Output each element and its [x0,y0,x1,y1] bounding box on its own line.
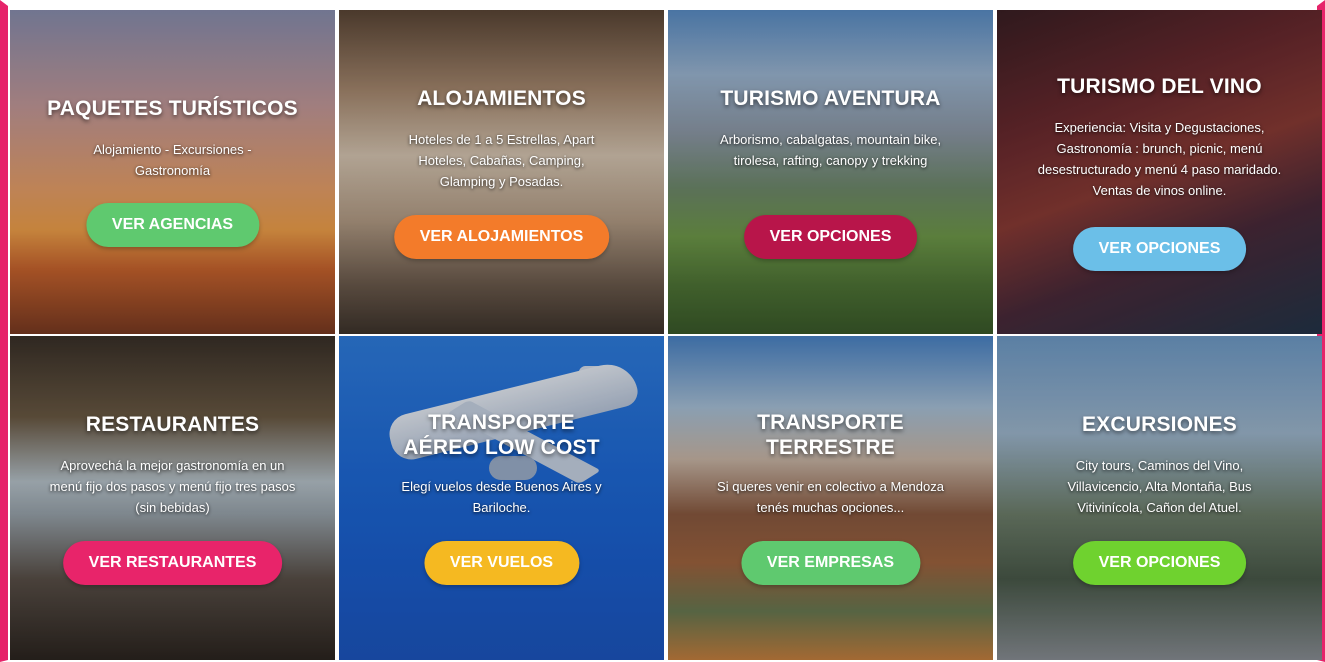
card-description: Alojamiento - Excursiones - Gastronomía [93,142,252,178]
card-title: TURISMO DEL VINO [1057,75,1262,98]
card-title: TRANSPORTE TERRESTRE [757,411,904,459]
card-title: RESTAURANTES [85,413,260,436]
card-title: TURISMO AVENTURA [720,87,941,110]
card-transporte-terrestre: TRANSPORTE TERRESTRE Si queres venir en … [668,336,993,660]
card-description: Hoteles de 1 a 5 Estrellas, Apart Hotele… [408,132,595,189]
card-description: Si queres venir en colectivo a Mendoza t… [717,479,944,515]
card-description: Arborismo, cabalgatas, mountain bike, ti… [719,132,942,168]
card-excursiones: EXCURSIONES City tours, Caminos del Vino… [997,336,1322,660]
card-title: TRANSPORTE AÉREO LOW COST [403,411,600,459]
card-description: City tours, Caminos del Vino, Villavicen… [1067,458,1252,515]
card-turismo-del-vino: TURISMO DEL VINO Experiencia: Visita y D… [997,10,1322,334]
card-alojamientos: ALOJAMIENTOS Hoteles de 1 a 5 Estrellas,… [339,10,664,334]
card-description: Elegí vuelos desde Buenos Aires y Barilo… [401,479,602,515]
card-paquetes-turisticos: PAQUETES TURÍSTICOS Alojamiento - Excurs… [10,10,335,334]
ver-alojamientos-button[interactable]: VER ALOJAMIENTOS [393,215,610,259]
card-title: ALOJAMIENTOS [417,87,586,110]
ver-opciones-button[interactable]: VER OPCIONES [743,215,918,259]
ver-empresas-button[interactable]: VER EMPRESAS [740,541,921,585]
card-title: PAQUETES TURÍSTICOS [47,97,298,120]
card-description: Experiencia: Visita y Degustaciones, Gas… [1037,120,1282,198]
card-title: EXCURSIONES [1081,413,1238,436]
card-transporte-aereo: TRANSPORTE AÉREO LOW COST Elegí vuelos d… [339,336,664,660]
ver-vuelos-button[interactable]: VER VUELOS [423,541,580,585]
card-restaurantes: RESTAURANTES Aprovechá la mejor gastrono… [10,336,335,660]
ver-opciones-button[interactable]: VER OPCIONES [1072,541,1247,585]
tourism-grid: PAQUETES TURÍSTICOS Alojamiento - Excurs… [8,8,1322,660]
card-turismo-aventura: TURISMO AVENTURA Arborismo, cabalgatas, … [668,10,993,334]
ver-restaurantes-button[interactable]: VER RESTAURANTES [62,541,283,585]
ver-agencias-button[interactable]: VER AGENCIAS [85,203,260,247]
card-description: Aprovechá la mejor gastronomía en un men… [49,458,296,515]
ver-opciones-button[interactable]: VER OPCIONES [1072,227,1247,271]
